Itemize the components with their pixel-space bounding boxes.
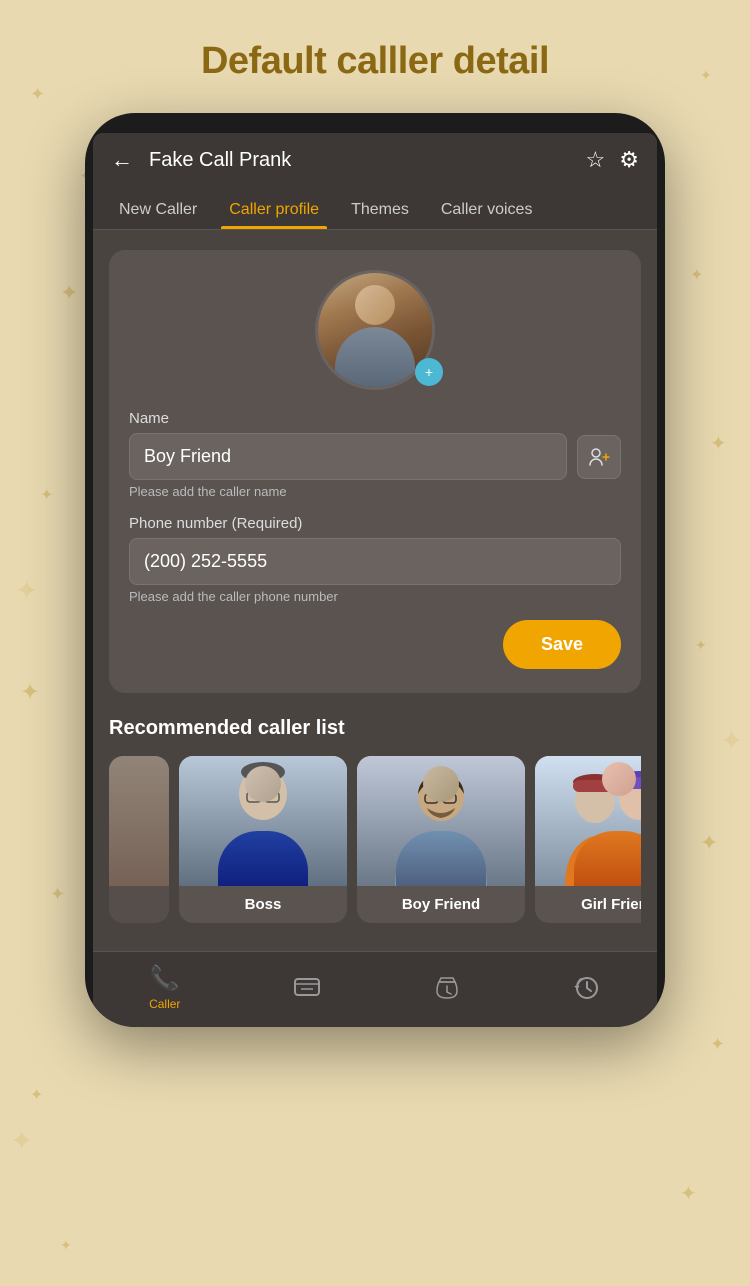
caller-image-boss: [179, 756, 347, 886]
caller-card-girlfriend[interactable]: Girl Friend: [535, 756, 641, 923]
nav-history[interactable]: [573, 974, 601, 1002]
tab-themes[interactable]: Themes: [335, 187, 425, 229]
settings-icon[interactable]: ⚙: [619, 147, 639, 173]
svg-text:✦: ✦: [720, 725, 743, 756]
caller-image-girlfriend: [535, 756, 641, 886]
avatar-edit-button[interactable]: +: [415, 358, 443, 386]
phone-screen: ← Fake Call Prank ☆ ⚙ New Caller Caller …: [93, 133, 657, 1027]
phone-label: Phone number (Required): [129, 515, 621, 532]
phone-input[interactable]: [129, 538, 621, 585]
svg-text:✦: ✦: [20, 679, 40, 706]
nav-messages[interactable]: [293, 974, 321, 1002]
svg-text:✦: ✦: [60, 280, 78, 305]
caller-card-boss[interactable]: Boss: [179, 756, 347, 923]
svg-text:✦: ✦: [50, 884, 65, 904]
caller-image-boyfriend: [357, 756, 525, 886]
recommended-section: Recommended caller list: [109, 717, 641, 931]
header-icons: ☆ ⚙: [586, 147, 639, 173]
back-button[interactable]: ←: [111, 147, 133, 173]
tab-new-caller[interactable]: New Caller: [103, 187, 213, 229]
phone-frame: ← Fake Call Prank ☆ ⚙ New Caller Caller …: [85, 113, 665, 1027]
contact-picker-button[interactable]: [577, 435, 621, 479]
caller-card-partial[interactable]: [109, 756, 169, 923]
profile-card: + Name Please add the caller: [109, 250, 641, 693]
svg-text:✦: ✦: [30, 84, 45, 104]
caller-name-boss: Boss: [237, 886, 290, 923]
name-input-row: [129, 433, 621, 480]
phone-input-row: [129, 538, 621, 585]
phone-hint: Please add the caller phone number: [129, 589, 621, 604]
svg-text:✦: ✦: [680, 1183, 697, 1205]
caller-nav-icon: 📞: [150, 964, 180, 993]
messages-nav-icon: [293, 974, 321, 1002]
name-hint: Please add the caller name: [129, 484, 621, 499]
svg-text:✦: ✦: [710, 1034, 725, 1054]
app-header: ← Fake Call Prank ☆ ⚙: [93, 133, 657, 187]
history-nav-icon: [573, 974, 601, 1002]
nav-caller[interactable]: 📞 Caller: [149, 964, 180, 1011]
name-input[interactable]: [129, 433, 567, 480]
bottom-nav: 📞 Caller: [93, 951, 657, 1027]
svg-text:✦: ✦: [60, 1237, 72, 1253]
avatar-container: +: [129, 270, 621, 390]
caller-grid: Boss: [109, 756, 641, 931]
main-content: + Name Please add the caller: [93, 230, 657, 951]
svg-text:✦: ✦: [40, 487, 53, 504]
save-button[interactable]: Save: [503, 620, 621, 669]
svg-text:✦: ✦: [10, 1125, 33, 1156]
svg-text:✦: ✦: [690, 267, 703, 284]
caller-name-girlfriend: Girl Friend: [573, 886, 641, 923]
svg-text:✦: ✦: [700, 830, 718, 855]
caller-card-boyfriend[interactable]: Boy Friend: [357, 756, 525, 923]
nav-timer[interactable]: [433, 974, 461, 1002]
page-title: Default calller detail: [201, 40, 549, 83]
caller-name-boyfriend: Boy Friend: [394, 886, 488, 923]
svg-text:✦: ✦: [695, 637, 707, 653]
svg-text:✦: ✦: [710, 433, 727, 455]
caller-nav-label: Caller: [149, 997, 180, 1011]
name-label: Name: [129, 410, 621, 427]
svg-text:✦: ✦: [700, 67, 712, 83]
app-title: Fake Call Prank: [149, 149, 576, 172]
favorite-icon[interactable]: ☆: [586, 147, 606, 173]
tab-bar: New Caller Caller profile Themes Caller …: [93, 187, 657, 230]
save-button-row: Save: [129, 620, 621, 669]
svg-text:✦: ✦: [15, 575, 38, 606]
tab-caller-profile[interactable]: Caller profile: [213, 187, 335, 229]
tab-caller-voices[interactable]: Caller voices: [425, 187, 549, 229]
svg-text:✦: ✦: [30, 1087, 43, 1104]
timer-nav-icon: [433, 974, 461, 1002]
recommended-section-title: Recommended caller list: [109, 717, 641, 740]
